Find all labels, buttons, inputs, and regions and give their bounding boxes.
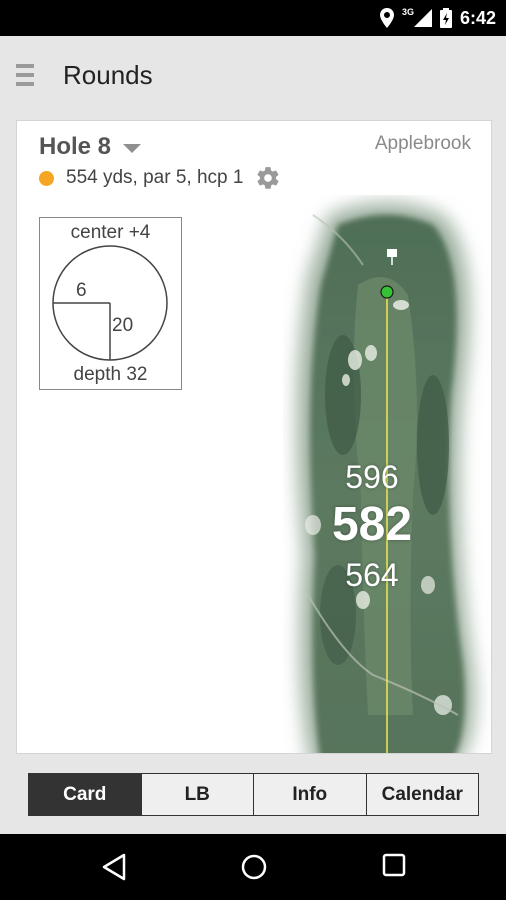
hamburger-icon[interactable]	[16, 64, 36, 86]
hole-title: Hole 8	[39, 133, 112, 160]
signal-icon	[413, 9, 432, 27]
gear-icon[interactable]	[255, 165, 281, 191]
yardage-middle: 582	[331, 498, 413, 551]
tab-info[interactable]: Info	[254, 774, 367, 815]
hole-selector[interactable]: Hole 8	[39, 133, 142, 161]
dispersion-left-value: 6	[76, 280, 87, 301]
page-title: Rounds	[63, 60, 153, 90]
hole-info-text: 554 yds, par 5, hcp 1	[66, 167, 244, 188]
app-bar: Rounds	[0, 36, 506, 116]
home-icon[interactable]	[240, 853, 268, 881]
hole-info: 554 yds, par 5, hcp 1	[39, 165, 281, 191]
tab-card[interactable]: Card	[29, 774, 142, 815]
course-name: Applebrook	[374, 133, 471, 154]
tab-lb[interactable]: LB	[141, 774, 254, 815]
tee-color-dot	[39, 170, 54, 186]
dropdown-caret-icon	[123, 143, 142, 153]
back-icon[interactable]	[101, 853, 127, 881]
yardage-back: 596	[345, 459, 399, 495]
location-icon	[379, 8, 394, 28]
status-bar: 3G 6:42	[0, 0, 506, 36]
dispersion-center-label: center +4	[70, 222, 151, 243]
recents-icon[interactable]	[382, 853, 406, 877]
status-icons: 3G 6:42	[379, 0, 496, 36]
system-nav-bar	[0, 834, 506, 900]
hole-card: Hole 8 Applebrook 554 yds, par 5, hcp 1 …	[16, 120, 492, 754]
dispersion-box: center +4 6 20 depth 32	[39, 217, 182, 390]
battery-icon	[439, 8, 452, 28]
dispersion-right-value: 20	[112, 315, 134, 336]
dispersion-depth-label: depth 32	[73, 364, 148, 385]
bottom-bar: Card LB Info Calendar	[0, 754, 506, 834]
status-time: 6:42	[459, 7, 496, 28]
network-type-label: 3G	[401, 7, 414, 17]
yardage-front: 564	[345, 557, 399, 593]
tab-calendar[interactable]: Calendar	[366, 774, 478, 815]
bottom-tabs: Card LB Info Calendar	[28, 773, 479, 816]
